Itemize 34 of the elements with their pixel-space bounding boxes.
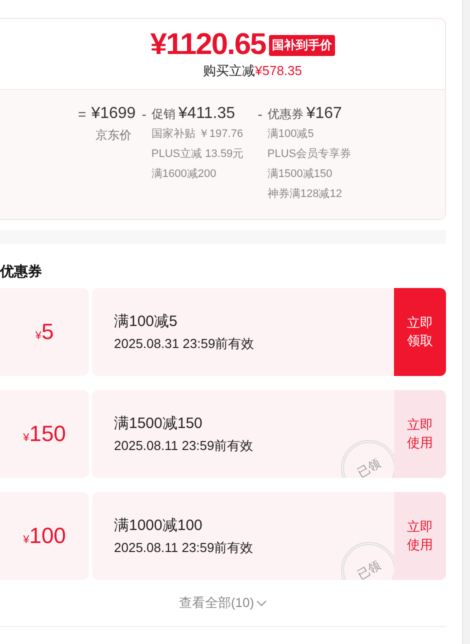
breakdown-detail: 满1600减200 — [151, 167, 216, 182]
breakdown-detail: PLUS立减 13.59元 — [151, 146, 244, 162]
breakdown-detail: 满1500减150 — [267, 167, 332, 182]
breakdown-detail: PLUS会员专享券 — [267, 146, 352, 162]
coupon-amount: ¥100 — [23, 523, 66, 549]
price-tag: 国补到手价 — [268, 34, 335, 56]
breakdown-amount: ¥411.35 — [178, 104, 236, 124]
coupon-action-button[interactable]: 立即 使用 — [394, 390, 446, 478]
breakdown-amount: ¥1699 — [91, 104, 136, 124]
coupon-amount: ¥5 — [35, 319, 54, 345]
final-price: ¥1120.65 — [150, 28, 266, 62]
coupon-validity: 2025.08.11 23:59前有效 — [114, 539, 254, 557]
breakdown-amount: ¥167 — [306, 104, 342, 124]
coupon-amount: ¥150 — [23, 421, 66, 447]
operator-sign: - — [258, 105, 262, 124]
operator-sign: - — [142, 105, 146, 124]
breakdown-detail: 国家补贴 ￥197.76 — [151, 126, 244, 142]
coupon-validity: 2025.08.11 23:59前有效 — [114, 437, 254, 455]
saving-amount: ¥578.35 — [255, 63, 302, 78]
view-all-link[interactable]: 查看全部(10) — [178, 594, 268, 612]
coupon-title: 满1500减150 — [114, 414, 202, 433]
coupon-title: 满1000减100 — [114, 516, 202, 535]
coupon-title: 满100减5 — [114, 312, 178, 331]
breakdown-detail: 神券满128减12 — [267, 187, 342, 202]
breakdown-label: 优惠券 — [267, 106, 304, 123]
coupon-action-button[interactable]: 立即 领取 — [394, 288, 446, 376]
breakdown-label: 促销 — [151, 106, 176, 123]
chevron-down-icon — [256, 600, 268, 606]
breakdown-detail: 满100减5 — [267, 127, 314, 142]
breakdown-caption: 京东价 — [95, 127, 132, 144]
coupon-action-button[interactable]: 立即 使用 — [394, 492, 446, 580]
saving-label: 购买立减 — [203, 63, 255, 78]
coupon-validity: 2025.08.31 23:59前有效 — [114, 335, 254, 353]
operator-sign: = — [78, 105, 86, 124]
